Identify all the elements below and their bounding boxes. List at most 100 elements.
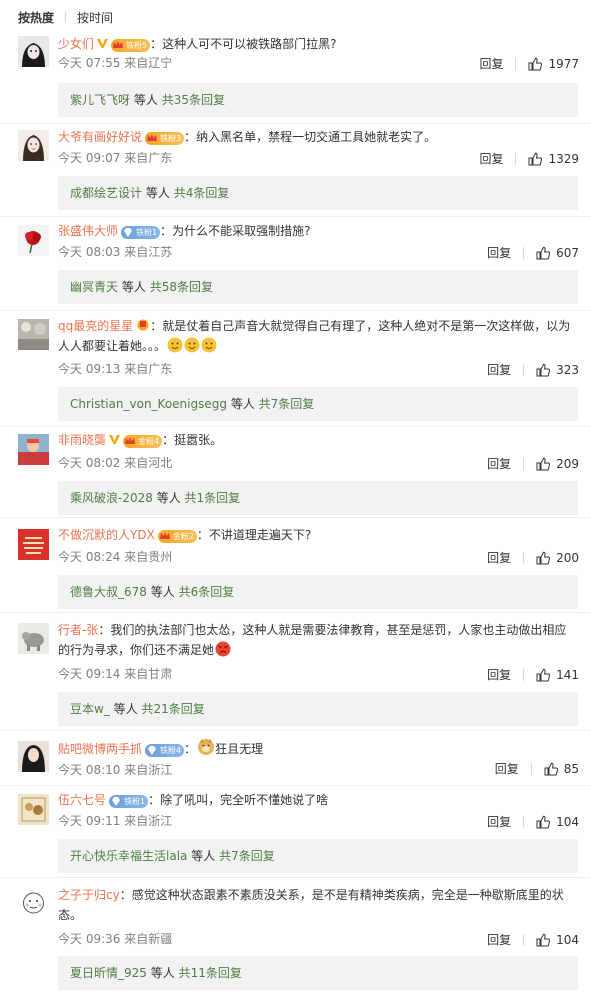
reply-button[interactable]: 回复 [479,56,503,72]
like-count[interactable]: 104 [556,814,579,830]
reply-button[interactable]: 回复 [487,362,511,378]
comment-location: 来自甘肃 [124,667,173,681]
reply-button[interactable]: 回复 [487,932,511,948]
sort-by-hot-tab[interactable]: 按热度 [18,9,54,26]
like-count[interactable]: 323 [556,362,579,378]
like-thumb-icon[interactable] [536,815,551,829]
reply-summary[interactable]: 成都绘艺设计 等人 共4条回复 [58,176,578,210]
reply-total-link[interactable]: 共4条回复 [174,186,230,200]
reply-summary[interactable]: 豆本w_ 等人 共21条回复 [58,692,578,726]
reply-username[interactable]: 紫儿飞飞呀 [70,93,130,107]
user-avatar[interactable] [18,130,49,161]
comment-username[interactable]: 伍六七号 [58,793,106,807]
user-avatar[interactable] [18,225,49,256]
user-avatar[interactable] [18,623,49,654]
reply-username[interactable]: 乘风破浪-2028 [70,491,153,505]
user-avatar[interactable] [18,36,49,67]
comment-username[interactable]: 大爷有画好好说 [58,130,142,144]
comment-location: 来自浙江 [124,763,173,777]
reply-summary[interactable]: 夏日昕情_925 等人 共11条回复 [58,956,578,990]
user-avatar[interactable] [18,794,49,825]
reply-total-link[interactable]: 共11条回复 [179,966,242,980]
reply-username[interactable]: 幽冥青天 [70,280,118,294]
sort-bar: 按热度 按时间 [18,9,113,25]
comment-username[interactable]: 非雨晓龑 [58,433,106,447]
comment-line: 张盛伟大师 铁粉1 ：为什么不能采取强制措施? [58,222,573,241]
comment-username[interactable]: 之子于归cy [58,888,120,902]
user-avatar[interactable] [18,319,49,350]
reply-username[interactable]: 德鲁大叔_678 [70,585,147,599]
crown-icon [159,532,170,539]
like-thumb-icon[interactable] [544,762,558,776]
comment-line: 不做沉默的人YDX 金粉2 ：不讲道理走遍天下? [58,526,573,545]
like-count[interactable]: 209 [556,456,579,472]
comment-username[interactable]: 行者-张 [58,623,98,637]
like-thumb-icon[interactable] [536,457,551,471]
reply-total-link[interactable]: 共21条回复 [142,702,205,716]
comment-username[interactable]: 张盛伟大师 [58,224,118,238]
diamond-icon [124,228,133,237]
like-thumb-icon[interactable] [536,668,551,682]
reply-summary[interactable]: 乘风破浪-2028 等人 共1条回复 [58,481,578,515]
reply-total-link[interactable]: 共7条回复 [219,849,275,863]
user-avatar[interactable] [18,434,49,465]
like-thumb-icon[interactable] [536,363,551,377]
reply-username[interactable]: 豆本w_ [70,702,110,716]
like-count[interactable]: 200 [556,550,579,566]
sort-by-time-tab[interactable]: 按时间 [77,9,113,26]
like-count[interactable]: 607 [556,245,579,261]
like-thumb-icon[interactable] [536,246,551,260]
like-thumb-icon[interactable] [536,933,551,947]
sort-divider [65,11,67,23]
like-count[interactable]: 85 [564,761,579,777]
reply-button[interactable]: 回复 [479,151,503,167]
reply-summary[interactable]: 开心快乐幸福生活lala 等人 共7条回复 [58,839,578,873]
like-thumb-icon[interactable] [536,551,551,565]
reply-summary[interactable]: 紫儿飞飞呀 等人 共35条回复 [58,83,578,117]
reply-username[interactable]: 开心快乐幸福生活lala [70,849,187,863]
reply-mid-text: 等人 [150,966,175,980]
comment-divider [0,310,591,311]
comment-username[interactable]: 贴吧微博两手抓 [58,742,142,756]
like-thumb-icon[interactable] [528,57,543,71]
user-avatar[interactable] [18,529,49,560]
comment-line: 贴吧微博两手抓 铁粉4：狂且无理 [58,738,573,759]
reply-total-link[interactable]: 共58条回复 [150,280,213,294]
comment-username[interactable]: 少女们 [58,37,94,51]
reply-total-link[interactable]: 共6条回复 [179,585,235,599]
comment-username[interactable]: qq最亮的星星 [58,319,133,333]
diamond-icon [112,797,121,806]
reply-username[interactable]: 夏日昕情_925 [70,966,147,980]
reply-button[interactable]: 回复 [487,245,511,261]
reply-button[interactable]: 回复 [487,814,511,830]
like-count[interactable]: 104 [556,932,579,948]
like-count[interactable]: 141 [556,667,579,683]
reply-username[interactable]: 成都绘艺设计 [70,186,142,200]
reply-username[interactable]: Christian_von_Koenigsegg [70,397,227,411]
reply-summary[interactable]: Christian_von_Koenigsegg 等人 共7条回复 [58,387,578,421]
comment-divider [0,216,591,217]
reply-button[interactable]: 回复 [495,761,519,777]
user-avatar[interactable] [18,888,49,919]
sweat-smile-emoji-icon [184,337,200,353]
reply-summary[interactable]: 德鲁大叔_678 等人 共6条回复 [58,575,578,609]
comment-time: 今天 08:10 [58,763,121,777]
comment-line: 少女们 铁粉5 ：这种人可不可以被铁路部门拉黑? [58,35,573,54]
reply-summary[interactable]: 幽冥青天 等人 共58条回复 [58,270,578,304]
reply-button[interactable]: 回复 [487,456,511,472]
crown-icon [147,134,158,141]
comment-username[interactable]: 不做沉默的人YDX [58,528,155,542]
reply-total-link[interactable]: 共1条回复 [185,491,241,505]
like-count[interactable]: 1329 [548,151,579,167]
comment-actions: 回复 200 [487,550,579,566]
reply-total-link[interactable]: 共7条回复 [259,397,315,411]
reply-total-link[interactable]: 共35条回复 [162,93,225,107]
comment-meta: 今天 09:07 来自广东 [58,150,172,166]
reply-button[interactable]: 回复 [487,667,511,683]
user-avatar[interactable] [18,741,49,772]
like-thumb-icon[interactable] [528,152,543,166]
comment-actions: 回复 1977 [479,56,579,72]
reply-button[interactable]: 回复 [487,550,511,566]
like-count[interactable]: 1977 [548,56,579,72]
action-divider [523,247,525,259]
